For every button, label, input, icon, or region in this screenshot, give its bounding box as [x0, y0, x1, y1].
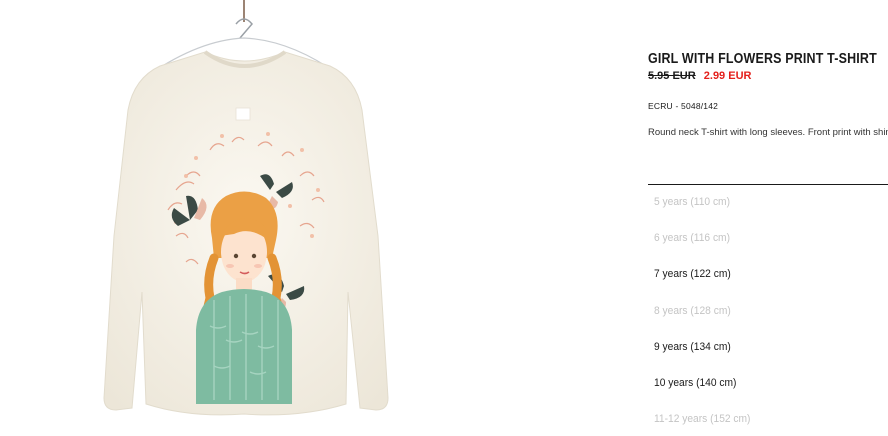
color-reference: ECRU - 5048/142	[648, 101, 719, 111]
product-description: Round neck T-shirt with long sleeves. Fr…	[648, 127, 888, 138]
size-option[interactable]: 10 years (140 cm)	[654, 377, 736, 389]
product-title: GIRL WITH FLOWERS PRINT T-SHIRT	[648, 51, 877, 67]
size-option[interactable]: 9 years (134 cm)	[654, 341, 731, 353]
original-price: 5.95 EUR	[648, 70, 696, 82]
price-block: 5.95 EUR 2.99 EUR	[648, 70, 751, 82]
sale-price: 2.99 EUR	[703, 70, 752, 82]
size-option: 11-12 years (152 cm)	[654, 413, 751, 425]
product-details: GIRL WITH FLOWERS PRINT T-SHIRT 5.95 EUR…	[648, 0, 888, 436]
size-option[interactable]: 7 years (122 cm)	[654, 268, 731, 280]
size-option: 6 years (116 cm)	[654, 232, 730, 244]
product-image[interactable]	[0, 0, 532, 436]
size-option: 5 years (110 cm)	[654, 196, 730, 208]
size-option: 8 years (128 cm)	[654, 305, 731, 317]
divider	[648, 184, 888, 185]
